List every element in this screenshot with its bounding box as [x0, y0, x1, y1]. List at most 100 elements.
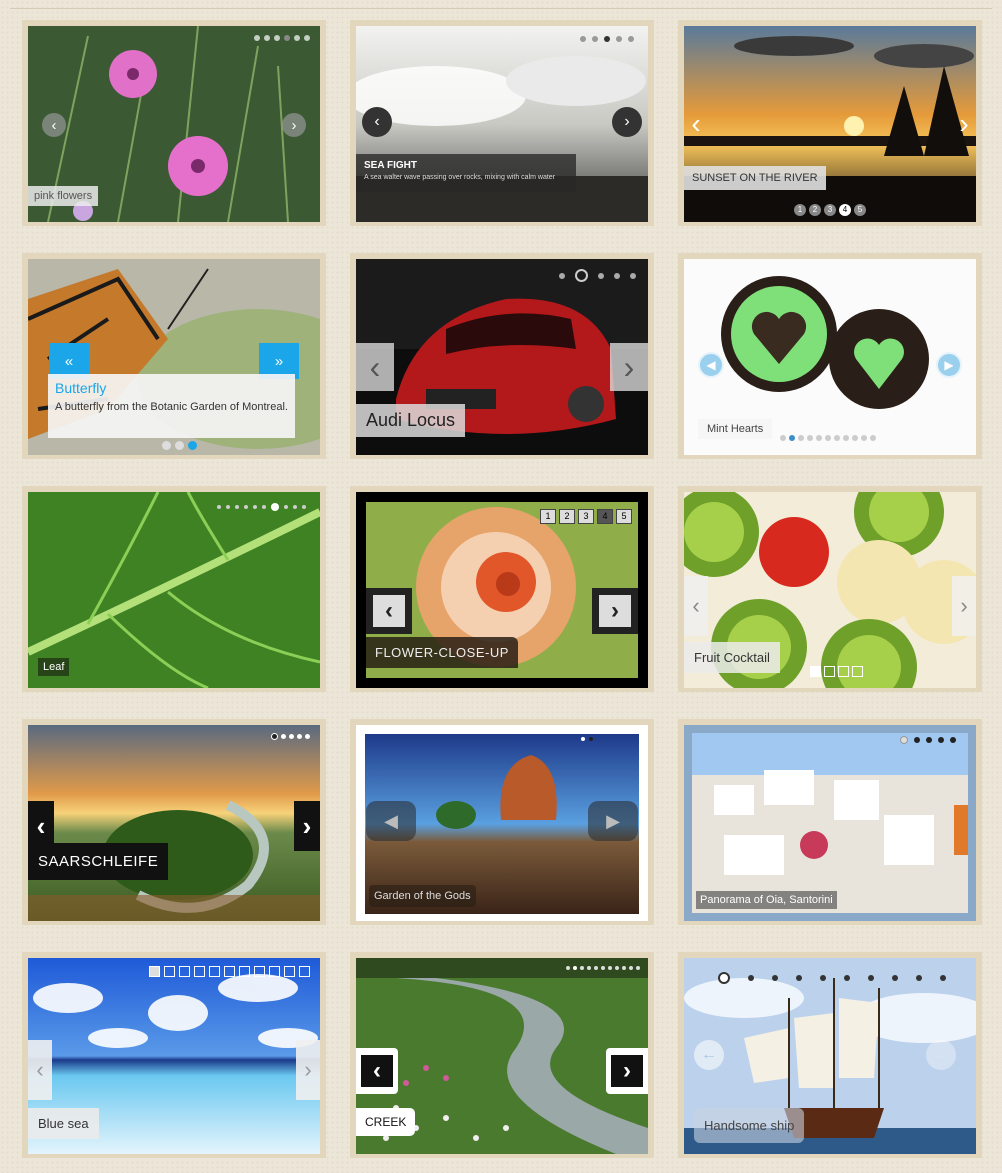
- page-number[interactable]: 3: [578, 509, 594, 524]
- page-number[interactable]: 1: [540, 509, 556, 524]
- slide-image[interactable]: ◀ ▶ Garden of the Gods: [356, 725, 648, 921]
- sunset-photo: [684, 26, 976, 222]
- slider-butterfly: « » Butterfly A butterfly from the Botan…: [22, 253, 326, 459]
- slide-caption: Audi Locus: [356, 404, 466, 437]
- next-arrow-button[interactable]: ▶: [936, 352, 962, 378]
- slide-caption: Fruit Cocktail: [684, 642, 780, 673]
- slider-audi: ‹ › Audi Locus: [350, 253, 654, 459]
- slide-caption-box: SEA FIGHT A sea walter wave passing over…: [356, 154, 576, 192]
- pagination-dots[interactable]: [580, 36, 634, 42]
- next-arrow-button[interactable]: ›: [592, 588, 638, 634]
- slide-image[interactable]: ◀ ▶ Mint Hearts: [684, 259, 976, 455]
- prev-arrow-button[interactable]: ‹: [356, 343, 394, 391]
- slider-saarschleife: ‹ › SAARSCHLEIFE: [22, 719, 326, 925]
- pagination-dots[interactable]: [718, 972, 946, 984]
- prev-arrow-button[interactable]: ◀: [366, 801, 416, 841]
- slide-caption: FLOWER-CLOSE-UP: [366, 637, 518, 668]
- slide-caption: Leaf: [38, 658, 70, 676]
- page-number[interactable]: 2: [559, 509, 575, 524]
- slide-image[interactable]: ‹ › SEA FIGHT A sea walter wave passing …: [356, 26, 648, 222]
- slider-flower-close-up: 1 2 3 4 5 ‹ › FLOWER-CLOSE-UP: [350, 486, 654, 692]
- slide-image[interactable]: ‹ › SUNSET ON THE RIVER 1 2 3 4 5: [684, 26, 976, 222]
- pagination-dots[interactable]: [581, 737, 593, 741]
- pagination-numbers[interactable]: 1 2 3 4 5: [794, 204, 866, 216]
- pagination-dots[interactable]: [162, 441, 197, 450]
- slide-image[interactable]: ‹ › CREEK: [356, 958, 648, 1154]
- slider-fruit-cocktail: ‹ › Fruit Cocktail: [678, 486, 982, 692]
- prev-arrow-button[interactable]: ‹: [366, 588, 412, 634]
- prev-arrow-button[interactable]: ‹: [684, 576, 708, 636]
- pagination-squares[interactable]: [149, 966, 310, 977]
- pagination-dots[interactable]: [559, 269, 636, 282]
- page-number[interactable]: 5: [854, 204, 866, 216]
- pagination-dots[interactable]: [254, 35, 310, 41]
- prev-arrow-button[interactable]: ‹: [28, 1040, 52, 1100]
- slide-image[interactable]: ‹ › pink flowers: [28, 26, 320, 222]
- next-arrow-button[interactable]: ›: [610, 343, 648, 391]
- next-arrow-button[interactable]: ›: [296, 1040, 320, 1100]
- pagination-dots[interactable]: [217, 503, 306, 511]
- pagination-numbers[interactable]: 1 2 3 4 5: [540, 509, 632, 524]
- next-arrow-button[interactable]: ›: [282, 113, 306, 137]
- prev-arrow-button[interactable]: ‹: [688, 108, 704, 139]
- prev-arrow-button[interactable]: ‹: [362, 107, 392, 137]
- page-number-active[interactable]: 4: [597, 509, 613, 524]
- next-arrow-button[interactable]: ›: [294, 801, 320, 851]
- slide-caption: Mint Hearts: [698, 419, 773, 439]
- next-arrow-button[interactable]: →: [926, 1040, 956, 1070]
- pagination-squares[interactable]: [810, 666, 863, 677]
- slide-image[interactable]: ‹ › Blue sea: [28, 958, 320, 1154]
- sea-photo: [356, 26, 648, 222]
- slide-caption: SUNSET ON THE RIVER: [684, 166, 826, 190]
- slider-creek: ‹ › CREEK: [350, 952, 654, 1158]
- slider-blue-sea: ‹ › Blue sea: [22, 952, 326, 1158]
- river-bend-photo: [28, 725, 320, 921]
- slider-santorini: Panorama of Oia, Santorini: [678, 719, 982, 925]
- slide-caption: SEA FIGHT: [364, 160, 417, 171]
- pagination-dots[interactable]: [780, 435, 876, 441]
- slide-caption: pink flowers: [28, 186, 99, 206]
- slide-image[interactable]: ‹ › SAARSCHLEIFE: [28, 725, 320, 921]
- slide-caption: Panorama of Oia, Santorini: [696, 891, 837, 909]
- slide-image[interactable]: ‹ › Audi Locus: [356, 259, 648, 455]
- slide-image[interactable]: 1 2 3 4 5 ‹ › FLOWER-CLOSE-UP: [356, 492, 648, 688]
- next-arrow-button[interactable]: ›: [952, 576, 976, 636]
- page-number[interactable]: 5: [616, 509, 632, 524]
- slide-caption-box: Butterfly A butterfly from the Botanic G…: [48, 374, 295, 438]
- slide-image[interactable]: Leaf: [28, 492, 320, 688]
- slide-caption: CREEK: [356, 1108, 416, 1136]
- prev-arrow-button[interactable]: ◀: [698, 352, 724, 378]
- page-number[interactable]: 3: [824, 204, 836, 216]
- slide-caption: Butterfly: [55, 380, 107, 396]
- slider-garden-of-gods: ◀ ▶ Garden of the Gods: [350, 719, 654, 925]
- slide-caption: SAARSCHLEIFE: [28, 843, 169, 880]
- slide-caption: Handsome ship: [694, 1108, 805, 1143]
- page-number-active[interactable]: 4: [839, 204, 851, 216]
- slider-sea-fight: ‹ › SEA FIGHT A sea walter wave passing …: [350, 20, 654, 226]
- slide-image[interactable]: Panorama of Oia, Santorini: [684, 725, 976, 921]
- page-number[interactable]: 2: [809, 204, 821, 216]
- slide-subcaption: A butterfly from the Botanic Garden of M…: [55, 401, 288, 413]
- slider-mint-hearts: ◀ ▶ Mint Hearts: [678, 253, 982, 459]
- slide-subcaption: A sea walter wave passing over rocks, mi…: [364, 174, 556, 181]
- prev-arrow-button[interactable]: ‹: [42, 113, 66, 137]
- prev-arrow-button[interactable]: ←: [694, 1040, 724, 1070]
- leaf-photo: [28, 492, 320, 688]
- next-arrow-button[interactable]: ›: [606, 1048, 648, 1094]
- pagination-dots[interactable]: [900, 736, 956, 744]
- slider-handsome-ship: ← → Handsome ship: [678, 952, 982, 1158]
- next-arrow-button[interactable]: ›: [956, 108, 972, 139]
- slide-image[interactable]: « » Butterfly A butterfly from the Botan…: [28, 259, 320, 455]
- slide-image[interactable]: ← → Handsome ship: [684, 958, 976, 1154]
- slide-image[interactable]: ‹ › Fruit Cocktail: [684, 492, 976, 688]
- page-number[interactable]: 1: [794, 204, 806, 216]
- next-arrow-button[interactable]: ›: [612, 107, 642, 137]
- slide-caption: Blue sea: [28, 1108, 99, 1139]
- slide-caption: Garden of the Gods: [369, 885, 476, 907]
- prev-arrow-button[interactable]: ‹: [356, 1048, 398, 1094]
- slider-leaf: Leaf: [22, 486, 326, 692]
- next-arrow-button[interactable]: ▶: [588, 801, 638, 841]
- pagination-dots[interactable]: [271, 733, 310, 740]
- pagination-dots[interactable]: [566, 966, 640, 970]
- slider-pink-flowers: ‹ › pink flowers: [22, 20, 326, 226]
